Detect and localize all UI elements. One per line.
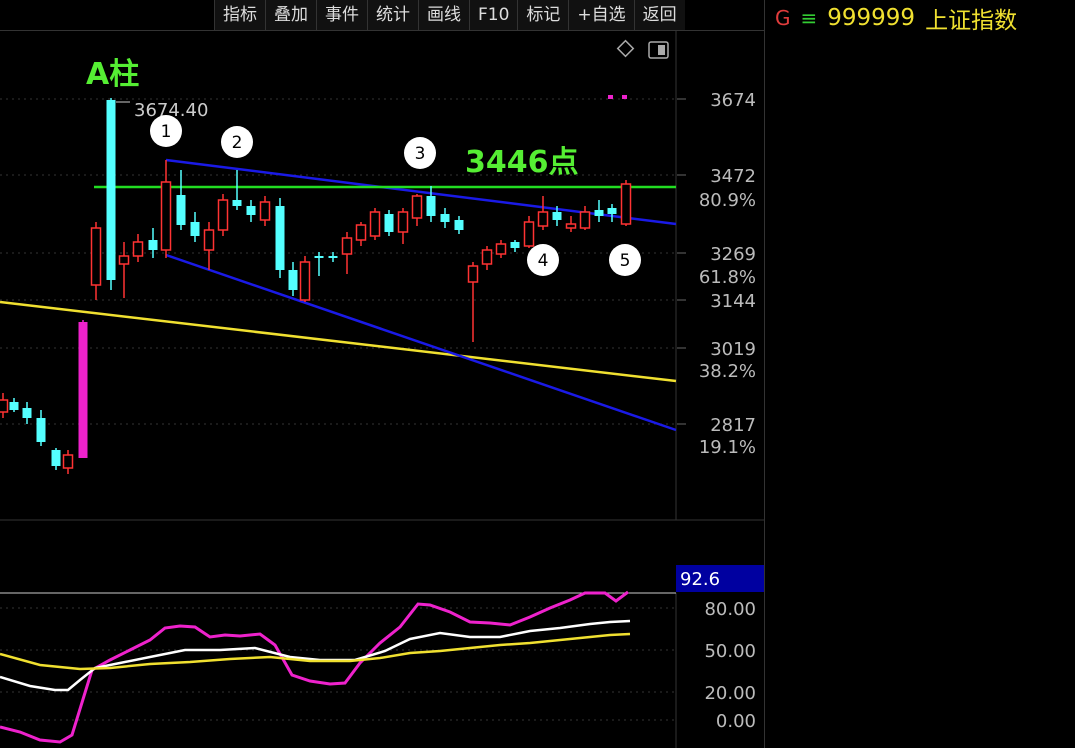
menu-icon[interactable]: ≡ <box>801 6 818 30</box>
toolbar-button-2[interactable]: 事件 <box>316 0 367 30</box>
pct-tick-label: 38.2% <box>699 361 756 382</box>
candle-body-down <box>288 270 298 290</box>
candle-body-up <box>467 265 479 283</box>
toolbar-button-4[interactable]: 画线 <box>418 0 469 30</box>
candle-body-down <box>275 206 285 270</box>
g-icon[interactable]: G <box>775 6 791 30</box>
price-tick-label: 2817 <box>710 415 756 436</box>
candle-body-up <box>481 249 493 265</box>
candle-body-down <box>314 256 324 258</box>
candle-body-up <box>411 195 423 219</box>
candle-body-down <box>246 206 256 215</box>
marker-dot <box>608 95 613 99</box>
candle-body-up <box>90 227 102 286</box>
candle-body-up <box>523 221 535 247</box>
candle-body-down <box>510 242 520 248</box>
lower-trend-line <box>165 253 677 432</box>
toolbar: 指标 叠加 事件 统计 画线 F10 标记 +自选 返回 <box>214 0 685 30</box>
indicator-tick-label: 20.00 <box>704 683 756 704</box>
indicator-tick-label: 0.00 <box>716 711 756 732</box>
candle-body-down <box>552 212 562 220</box>
price-tick-label: 3019 <box>710 339 756 360</box>
toolbar-button-7[interactable]: +自选 <box>568 0 634 30</box>
candle-body-up <box>299 261 311 301</box>
candle-body-up <box>160 181 172 251</box>
toolbar-button-3[interactable]: 统计 <box>367 0 418 30</box>
candle-body-up <box>355 224 367 241</box>
toolbar-button-6[interactable]: 标记 <box>517 0 569 30</box>
candle-body-up <box>62 454 74 469</box>
candle-body-down <box>9 402 19 410</box>
candle-body-down <box>51 450 61 466</box>
wave-label: 4 <box>538 251 549 271</box>
candle-body-up <box>369 211 381 237</box>
indicator-j-line <box>0 632 631 671</box>
candle-body-up <box>118 255 130 265</box>
panel-divider <box>764 0 765 748</box>
candle-body-down <box>328 256 338 258</box>
candle-body-down <box>454 220 464 230</box>
wave-label: 1 <box>161 122 172 142</box>
price-tick-label: 3472 <box>710 166 756 187</box>
candle-body-up <box>620 183 632 225</box>
indicator-tick-label: 80.00 <box>704 599 756 620</box>
candle-body-up <box>203 229 215 251</box>
candle-body-up <box>341 237 353 255</box>
pct-tick-label: 80.9% <box>699 190 756 211</box>
toolbar-button-8[interactable]: 返回 <box>633 0 685 30</box>
candle-body-down <box>176 195 186 225</box>
toolbar-button-1[interactable]: 叠加 <box>265 0 316 30</box>
pct-tick-label: 61.8% <box>699 267 756 288</box>
stock-code: 999999 <box>827 5 916 31</box>
candle-body-down <box>232 200 242 206</box>
toolbar-button-5[interactable]: F10 <box>469 0 518 30</box>
wave-label: 5 <box>620 251 631 271</box>
marker-dot <box>622 95 627 99</box>
price-tick-label: 3144 <box>710 291 756 312</box>
indicator-tick-label: 50.00 <box>704 641 756 662</box>
diamond-icon[interactable] <box>616 39 635 58</box>
stock-header: G ≡ 999999 上证指数 <box>775 3 1018 34</box>
candle-body-up <box>0 399 9 413</box>
candle-body-down <box>440 214 450 222</box>
candle-body-up <box>537 211 549 227</box>
candle-body-down <box>22 408 32 418</box>
candle-body-up <box>495 243 507 255</box>
candle-body-down <box>106 100 116 280</box>
candle-body-up <box>132 241 144 257</box>
candle-body-down <box>426 196 436 216</box>
pct-tick-label: 19.1% <box>699 437 756 458</box>
candle-body-down <box>384 214 394 232</box>
price-tick-label: 3674 <box>710 90 756 111</box>
price-tick-label: 3269 <box>710 244 756 265</box>
candle-body-down <box>148 240 158 250</box>
indicator-d-line <box>0 619 631 692</box>
candle-body-up <box>217 199 229 231</box>
wave-label: 2 <box>232 133 243 153</box>
panel-toggle-icon[interactable] <box>648 41 669 59</box>
candle-body-down <box>36 418 46 442</box>
toolbar-button-0[interactable]: 指标 <box>214 0 265 30</box>
candle-body-down <box>78 322 88 458</box>
candle-body-up <box>565 223 577 229</box>
annotation-3446: 3446点 <box>465 145 579 180</box>
candle-body-up <box>397 211 409 233</box>
indicator-value-badge: 92.6 <box>680 569 720 590</box>
candle-body-up <box>579 211 591 229</box>
candle-body-down <box>594 210 604 216</box>
kline-chart[interactable]: 3674 3472 3269 3144 3019 2817 80.9% 61.8% 38.2% 1… <box>0 31 764 748</box>
candle-body-down <box>190 222 200 236</box>
candle-body-up <box>259 201 271 221</box>
candle-body-down <box>607 208 617 214</box>
annotation-a-zhu: A柱 <box>86 57 139 92</box>
wave-label: 3 <box>415 144 426 164</box>
stock-name: 上证指数 <box>925 8 1018 34</box>
